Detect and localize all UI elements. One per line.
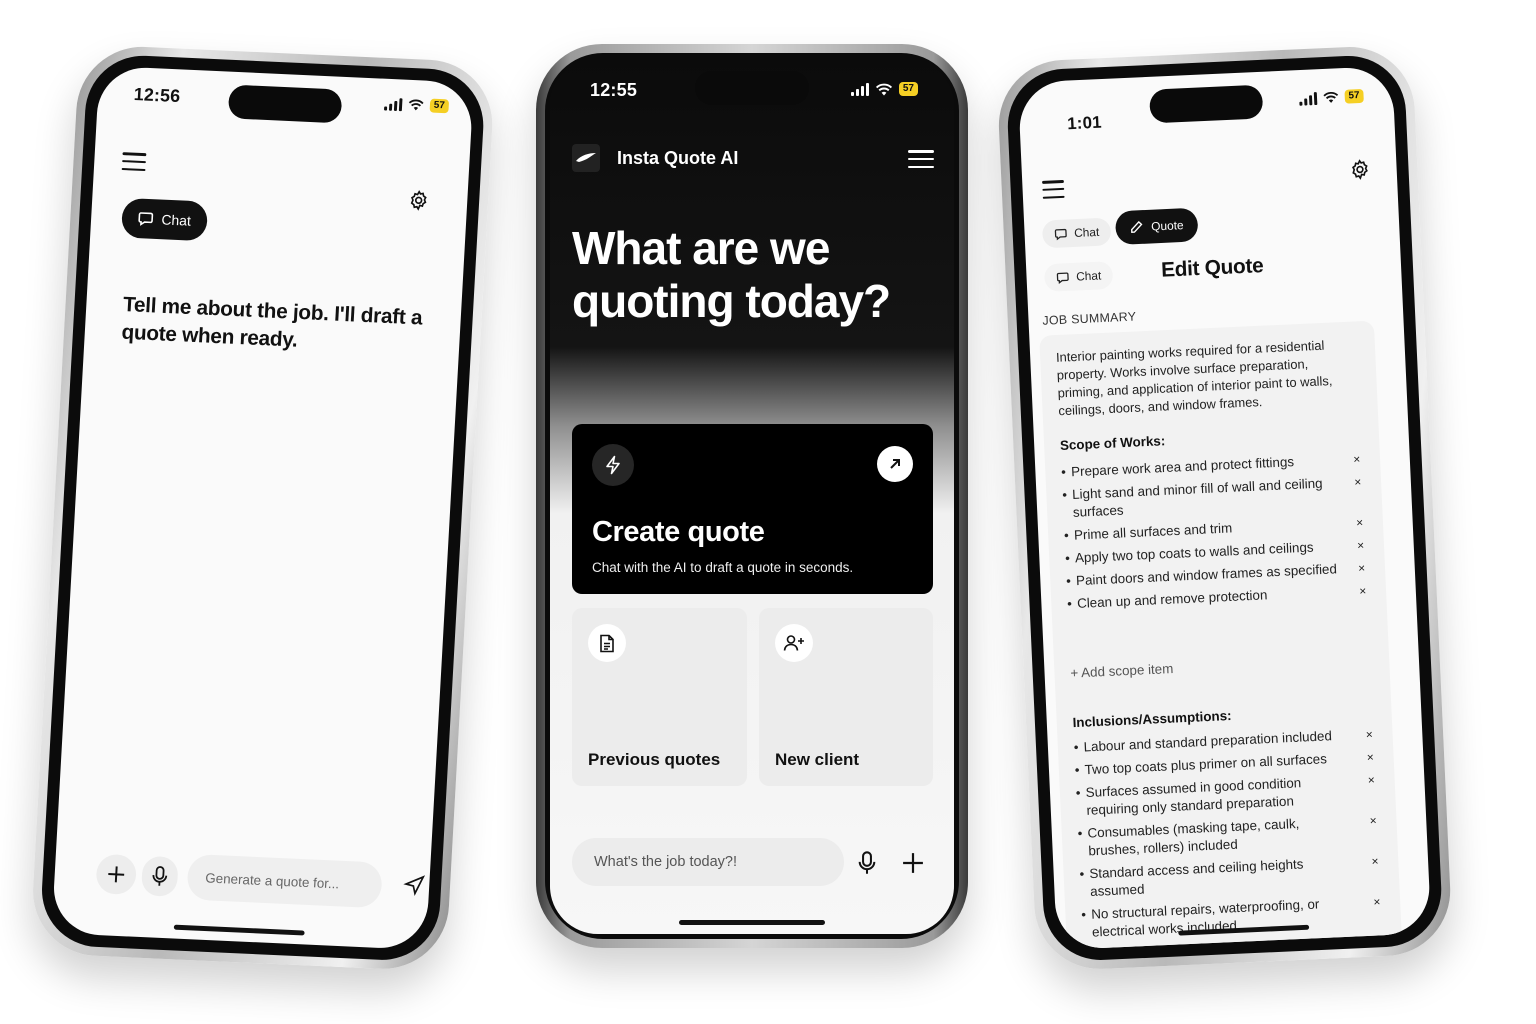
create-quote-title: Create quote — [592, 516, 765, 548]
tab-chat-secondary[interactable]: Chat — [1043, 261, 1114, 292]
plus-icon — [108, 866, 125, 883]
job-input-placeholder: What's the job today?! — [594, 854, 738, 870]
hero-heading: What are we quoting today? — [572, 222, 891, 327]
signal-icon — [850, 82, 869, 96]
chat-input-placeholder: Generate a quote for... — [204, 870, 340, 891]
status-icons: 57 — [1299, 88, 1364, 106]
remove-scope-item-button[interactable]: × — [1354, 473, 1362, 491]
status-icons: 57 — [850, 82, 918, 96]
remove-scope-item-button[interactable]: × — [1353, 450, 1361, 468]
wifi-icon — [1323, 91, 1339, 103]
remove-inclusion-button[interactable]: × — [1371, 852, 1379, 870]
chat-bubble-icon — [138, 212, 154, 226]
job-summary-label: JOB SUMMARY — [1042, 309, 1137, 328]
right-phone: 1:01 57 Chat Quote Chat Edit Quote JOB S… — [996, 44, 1454, 972]
create-quote-subtitle: Chat with the AI to draft a quote in sec… — [592, 560, 854, 575]
status-time: 12:55 — [590, 80, 638, 100]
user-plus-icon-wrap — [775, 624, 813, 662]
inclusions-list: Labour and standard preparation included… — [1073, 725, 1386, 950]
menu-icon[interactable] — [121, 152, 147, 172]
plus-icon[interactable] — [902, 852, 924, 874]
document-icon-wrap — [588, 624, 626, 662]
previous-quotes-tile[interactable]: Previous quotes — [572, 608, 747, 786]
left-phone: 12:56 57 Chat Tell me about the job. I'l… — [29, 44, 496, 972]
mic-button[interactable] — [140, 855, 179, 897]
microphone-icon[interactable] — [858, 850, 876, 876]
signal-icon — [1299, 91, 1318, 106]
document-icon — [600, 634, 614, 652]
settings-gear-icon[interactable] — [1349, 158, 1372, 181]
right-screen: 1:01 57 Chat Quote Chat Edit Quote JOB S… — [1017, 65, 1432, 951]
chat-bubble-icon — [1056, 271, 1069, 284]
tab-chat-label: Chat — [161, 211, 192, 229]
add-button[interactable] — [95, 853, 138, 896]
menu-icon[interactable] — [1042, 179, 1065, 199]
send-icon[interactable] — [403, 874, 426, 897]
remove-inclusion-button[interactable]: × — [1366, 748, 1375, 766]
lightning-icon-wrap — [592, 444, 634, 486]
battery-indicator: 57 — [898, 82, 918, 96]
app-logo — [572, 144, 600, 172]
microphone-icon — [152, 866, 168, 886]
open-arrow-button[interactable] — [877, 446, 913, 482]
status-icons: 57 — [383, 97, 450, 114]
job-summary[interactable]: Interior painting works required for a r… — [1056, 335, 1356, 420]
logo-swoosh-icon — [576, 153, 596, 162]
lightning-icon — [606, 455, 620, 475]
tab-quote-label: Quote — [1150, 218, 1184, 234]
create-quote-card[interactable]: Create quote Chat with the AI to draft a… — [572, 424, 933, 594]
remove-inclusion-button[interactable]: × — [1369, 812, 1377, 830]
tab-chat-secondary-label: Chat — [1075, 268, 1102, 284]
chat-input[interactable]: Generate a quote for... — [186, 853, 383, 909]
arrow-up-right-icon — [890, 459, 900, 469]
battery-indicator: 57 — [1344, 88, 1364, 104]
scope-list: Prepare work area and protect fittings× … — [1061, 450, 1371, 618]
home-indicator — [679, 920, 825, 925]
wifi-icon — [875, 83, 892, 95]
chat-prompt: Tell me about the job. I'll draft a quot… — [120, 293, 423, 352]
tab-quote[interactable]: Quote — [1114, 207, 1199, 246]
pencil-icon — [1131, 220, 1143, 233]
page-title: Edit Quote — [1160, 254, 1264, 282]
user-plus-icon — [783, 635, 804, 651]
settings-gear-icon[interactable] — [407, 189, 430, 212]
tab-chat-label: Chat — [1073, 224, 1100, 240]
remove-inclusion-button[interactable]: × — [1365, 725, 1373, 743]
job-input[interactable]: What's the job today?! — [572, 838, 844, 886]
remove-inclusion-button[interactable]: × — [1367, 771, 1376, 789]
status-bar: 12:55 57 — [550, 58, 954, 108]
home-indicator — [173, 924, 305, 936]
remove-scope-item-button[interactable]: × — [1356, 514, 1364, 532]
tab-chat[interactable]: Chat — [120, 197, 208, 242]
new-client-label: New client — [775, 750, 860, 769]
previous-quotes-label: Previous quotes — [588, 750, 721, 769]
new-client-tile[interactable]: New client — [759, 608, 933, 786]
tab-chat[interactable]: Chat — [1041, 217, 1112, 249]
chat-bubble-icon — [1054, 228, 1067, 240]
wifi-icon — [408, 99, 424, 111]
menu-icon[interactable] — [908, 150, 934, 168]
app-name: Insta Quote AI — [617, 148, 739, 168]
signal-icon — [383, 97, 403, 111]
remove-scope-item-button[interactable]: × — [1357, 536, 1365, 554]
center-phone: 12:55 57 Insta Quote AI What are we quot… — [536, 44, 968, 948]
status-time: 12:56 — [133, 84, 181, 107]
remove-scope-item-button[interactable]: × — [1359, 582, 1367, 600]
status-time: 1:01 — [1066, 112, 1103, 134]
center-screen: 12:55 57 Insta Quote AI What are we quot… — [550, 58, 954, 934]
battery-indicator: 57 — [429, 98, 450, 114]
remove-inclusion-button[interactable]: × — [1373, 893, 1381, 911]
remove-scope-item-button[interactable]: × — [1358, 559, 1366, 577]
left-screen: 12:56 57 Chat Tell me about the job. I'l… — [51, 65, 474, 950]
